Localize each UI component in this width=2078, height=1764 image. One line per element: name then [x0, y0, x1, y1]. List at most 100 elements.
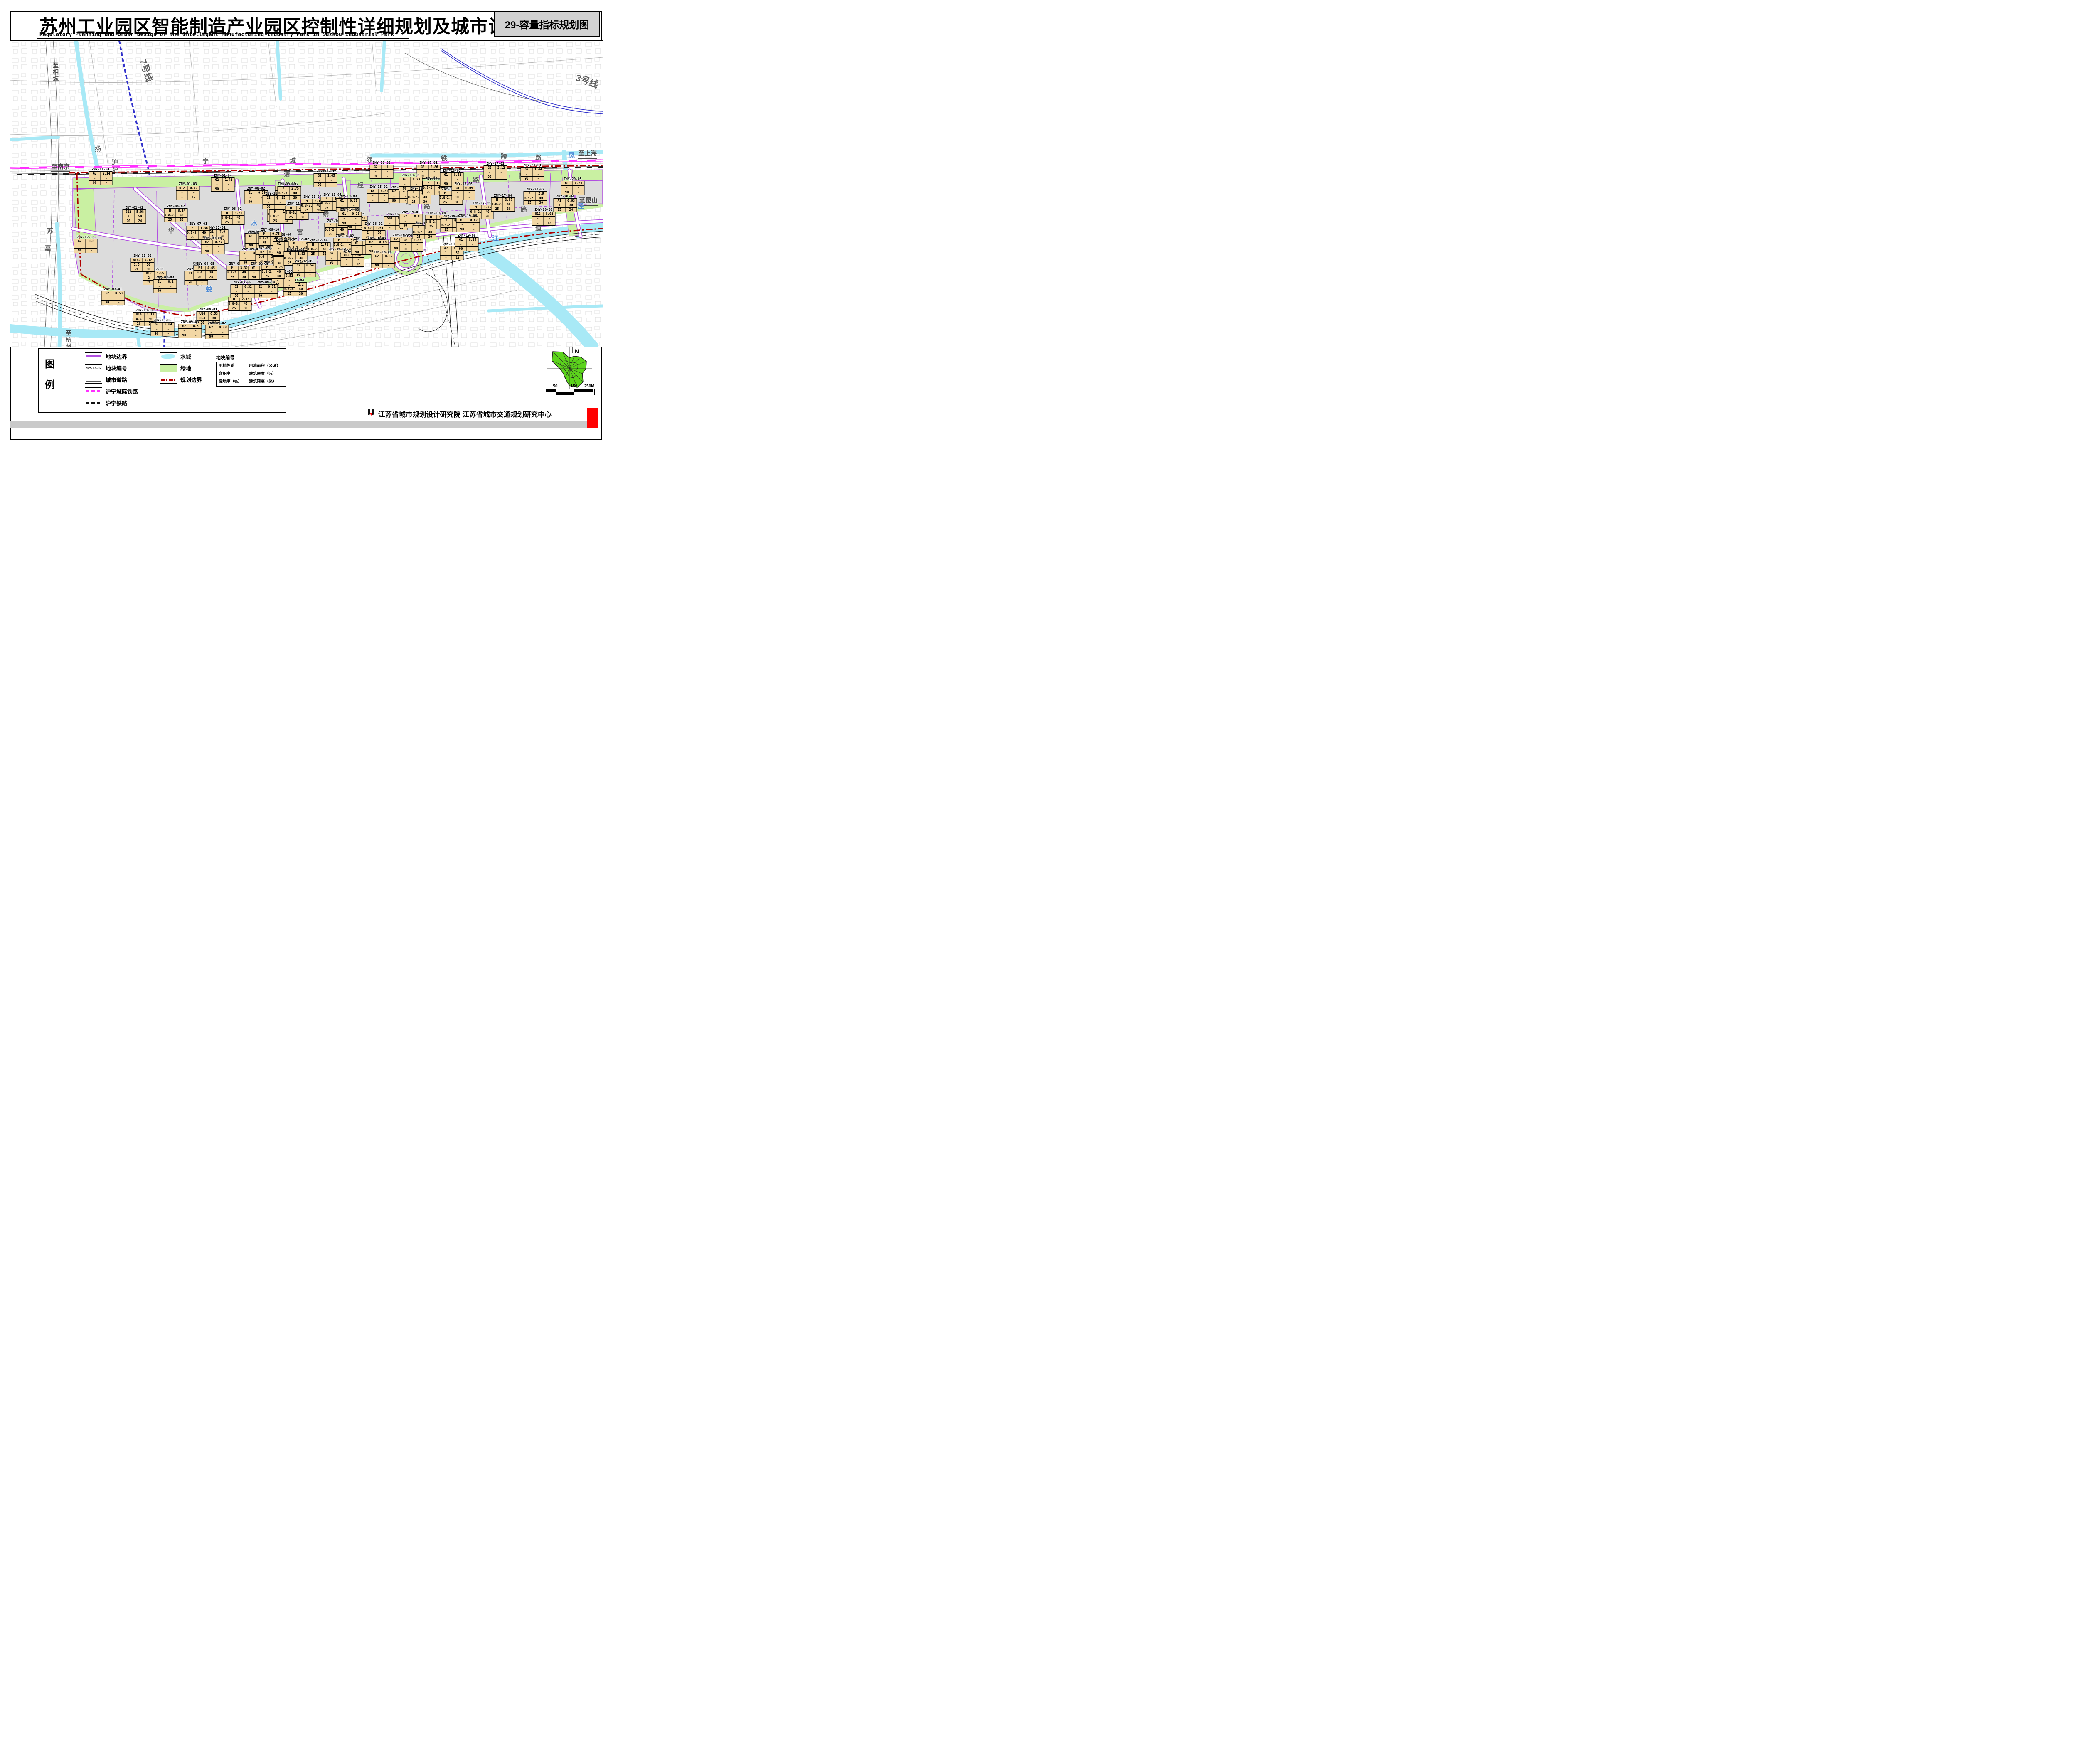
parcel-value: 90 [202, 249, 213, 254]
legend-item-plan-boundary: 规划边界 [160, 376, 202, 384]
sheet-border-bottom [10, 439, 602, 440]
map-text: 路 [535, 153, 542, 162]
parcel-label: ZNY-03-05G20.04--90- [151, 318, 175, 336]
parcel-value: 0.86 [429, 165, 440, 169]
parcel-id: ZNY-19-06 [456, 214, 480, 218]
parcel-value: 0.8-2.0 [524, 196, 535, 200]
parcel-value: - [412, 243, 423, 247]
parcel-value: 4.12 [143, 258, 154, 262]
map-text: 7号线 [137, 57, 157, 83]
parcel-id: ZNY-19-01 [399, 210, 423, 214]
parcel-value: 0.63 [566, 199, 577, 203]
parcel-value: G1 [337, 199, 348, 203]
parcel-value: 40 [290, 191, 301, 195]
parcel-value: U12 [341, 253, 352, 257]
parcel-label: ZNY-01-03U120.02---12 [176, 182, 200, 200]
parcel-value: - [367, 198, 379, 202]
parcel-value: 0.8-2.0 [325, 228, 336, 232]
code-cell-heightlimit: 建筑限高（米） [247, 378, 286, 386]
parcel-value: 25 [308, 252, 319, 256]
parcel-value: - [273, 246, 285, 251]
parcel-value: 0.29 [411, 177, 422, 182]
parcel-value: 2.5 [131, 263, 143, 267]
parcel-label: ZNY-03-01G20.53--90- [101, 287, 125, 305]
parcel-value: 30 [451, 200, 463, 204]
parcel-value: 0.8-2.0 [222, 216, 233, 220]
parcel-labels: ZNY-01-01G22.14--90-ZNY-01-02B125.082502… [10, 41, 603, 347]
parcel-label: ZNY-17-02G22.12--90- [484, 162, 507, 180]
parcel-value: - [326, 183, 337, 187]
parcel-value: 2.12 [496, 166, 507, 170]
parcel-label: ZNY-19-06G10.62--90- [456, 214, 480, 232]
parcel-value: 0.54 [305, 264, 316, 268]
parcel-value: M [259, 232, 270, 236]
footer-gray-bar [10, 421, 587, 428]
parcel-id: ZNY-09-03 [178, 320, 202, 324]
parcel-value: - [213, 249, 224, 254]
parcel-value: 0.5 [190, 324, 202, 328]
parcel-value: - [246, 239, 257, 243]
parcel-value: 2.14 [101, 172, 112, 176]
parcel-value: - [382, 170, 393, 174]
parcel-id: ZNY-17-01 [417, 161, 441, 165]
parcel-id: ZNY-09-01 [197, 308, 220, 311]
parcel-value: 25 [321, 206, 332, 210]
parcel-value: - [243, 294, 254, 298]
institute-logo [367, 408, 376, 417]
parcel-label: ZNY-02-01G20.6--90- [74, 235, 98, 253]
parcel-value: 25 [229, 306, 240, 310]
parcel-value: G2 [400, 214, 411, 219]
parcel-value: M [334, 238, 345, 242]
parcel-value: - [101, 181, 112, 185]
parcel-value: 0.8-3.0 [321, 202, 332, 206]
parcel-value: - [372, 259, 383, 263]
parcel-value: 0.32 [243, 285, 254, 289]
plot-boundary-swatch [85, 352, 102, 360]
parcel-value: 0.21 [266, 285, 278, 289]
parcel-value: 30 [503, 207, 515, 211]
parcel-value: 90 [441, 182, 452, 186]
parcel-value: - [293, 268, 304, 272]
parcel-value: 0.8-2.0 [492, 202, 503, 207]
parcel-value: 0.8-2.0 [423, 186, 434, 190]
parcel-value: - [190, 333, 202, 338]
parcel-value: 5.08 [135, 210, 146, 214]
parcel-value: - [384, 226, 396, 230]
parcel-value: - [367, 194, 379, 198]
parcel-value: G2 [521, 168, 532, 172]
parcel-label: ZNY-03-02B1B24.122.5502080 [131, 254, 155, 272]
parcel-value: A1 [554, 199, 565, 203]
parcel-value: - [275, 200, 286, 204]
parcel-value: 0.8-2.0 [259, 237, 270, 241]
map-text: 宁 [202, 157, 209, 165]
code-cell-greenrate: 绿地率（%） [217, 378, 247, 386]
legend-item-intercity-rail: 沪宁城际铁路 [85, 387, 138, 395]
parcel-value: 90 [249, 275, 260, 279]
parcel-value: 25 [413, 235, 424, 239]
code-cell-landuse: 用地性质 [217, 362, 247, 370]
parcel-value: G2 [389, 190, 400, 194]
parcel-id: ZNY-09-08 [231, 281, 254, 284]
parcel-label: ZNY-16-04G20.65--90- [371, 250, 395, 268]
parcel-value: - [457, 223, 468, 227]
parcel-id: ZNY-03-03 [153, 276, 177, 279]
parcel-id: ZNY-09-04 [201, 236, 225, 240]
parcel-value: 90 [154, 289, 165, 293]
parcel-id: ZNY-19-08 [455, 234, 479, 237]
parcel-id: ZNY-09-10 [259, 228, 282, 232]
parcel-value: - [341, 262, 352, 266]
parcel-value: 1 [382, 165, 393, 169]
parcel-id: ZNY-17-04 [491, 194, 515, 197]
parcel-value: M [165, 209, 176, 213]
parcel-id: ZNY-18-01 [399, 173, 423, 177]
legend-item-plot-code: ZNY-03-02 地块编号 [85, 364, 127, 372]
parcel-value: - [441, 256, 452, 260]
parcel-value: 25 [524, 201, 535, 205]
parcel-value: - [326, 256, 337, 260]
parcel-value: 25 [301, 208, 313, 212]
parcel-value: 40 [536, 196, 547, 200]
parcel-value: 0.8-2.0 [270, 214, 281, 219]
parcel-value: 90 [255, 294, 266, 298]
parcel-value: 50 [135, 214, 146, 219]
parcel-value: - [429, 170, 440, 174]
